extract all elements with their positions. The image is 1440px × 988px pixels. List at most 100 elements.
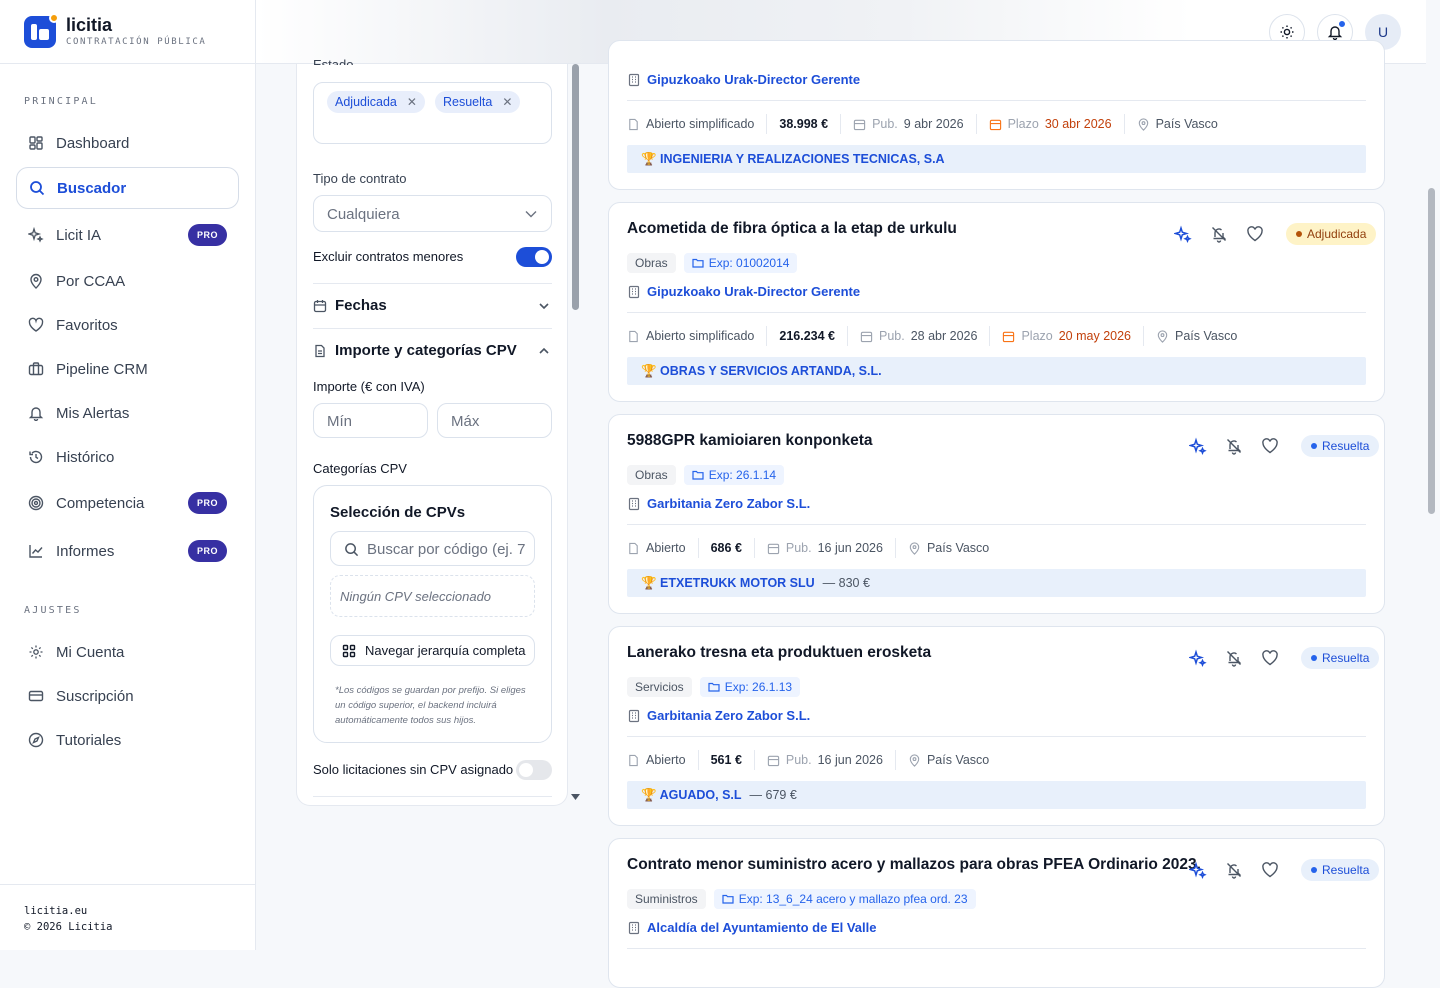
heart-icon[interactable] [1261,861,1279,879]
sidebar-item-suscripcion[interactable]: Suscripción [16,675,239,717]
remove-chip-icon[interactable]: ✕ [407,95,417,109]
scroll-down-arrow-icon[interactable] [571,794,580,800]
sidebar-item-pipeline-crm[interactable]: Pipeline CRM [16,348,239,390]
sidebar-item-informes[interactable]: Informes PRO [16,530,239,572]
sidebar-item-competencia[interactable]: Competencia PRO [16,482,239,524]
ai-sparkles-icon[interactable] [1189,437,1207,455]
winner-bar: 🏆 AGUADO, S.L — 679 € [627,781,1366,809]
ai-sparkles-icon[interactable] [1189,649,1207,667]
footer-site[interactable]: licitia.eu [24,903,232,919]
card-actions: Resuelta [1189,435,1380,457]
folder-icon [692,470,704,480]
fechas-accordion[interactable]: Fechas [313,297,552,314]
estado-multiselect[interactable]: Adjudicada ✕ Resuelta ✕ [313,82,552,144]
winner-amount: — 679 € [749,788,797,802]
sidebar-item-favoritos[interactable]: Favoritos [16,304,239,346]
sidebar-item-dashboard[interactable]: Dashboard [16,122,239,164]
amount: 216.234 € [779,329,835,343]
bell-off-icon[interactable] [1225,649,1243,667]
sidebar-item-mi-cuenta[interactable]: Mi Cuenta [16,631,239,673]
winner-amount: — 830 € [822,576,870,590]
ai-sparkles-icon[interactable] [1189,861,1207,879]
pub-label: Pub. [872,117,898,131]
brand[interactable]: licitia CONTRATACIÓN PÚBLICA [0,0,255,64]
chip-resuelta[interactable]: Resuelta ✕ [435,91,521,113]
sidebar-item-historico[interactable]: Histórico [16,436,239,478]
ai-sparkles-icon[interactable] [1174,225,1192,243]
result-title[interactable]: Lanerako tresna eta produktuen erosketa [627,644,931,662]
cpv-search-input[interactable]: Buscar por código (ej. 7 [330,531,535,566]
grid-icon [29,136,43,150]
bell-off-icon[interactable] [1225,861,1243,879]
cpv-title: Selección de CPVs [330,504,466,521]
organization-link[interactable]: Gipuzkoako Urak-Director Gerente [627,284,860,299]
page-scrollbar-thumb[interactable] [1428,188,1435,514]
divider [627,736,1366,737]
result-card[interactable]: Acometida de fibra óptica a la etap de u… [608,202,1385,402]
result-title[interactable]: Acometida de fibra óptica a la etap de u… [627,220,957,238]
amount: 561 € [710,753,742,767]
pub-label: Pub. [785,541,812,555]
divider [627,948,1366,949]
importe-cpv-accordion[interactable]: Importe y categorías CPV [313,342,552,359]
sidebar-item-licit-ia[interactable]: Licit IA PRO [16,214,239,256]
button-label: Navegar jerarquía completa [365,643,526,658]
chevron-up-icon [539,347,549,354]
organization-link[interactable]: Garbitania Zero Zabor S.L. [627,708,810,723]
winner-name[interactable]: 🏆 AGUADO, S.L [641,788,742,803]
bell-off-icon[interactable] [1210,225,1228,243]
status-badge: Resuelta [1301,859,1380,881]
bell-off-icon[interactable] [1225,437,1243,455]
winner-name[interactable]: 🏆 INGENIERIA Y REALIZACIONES TECNICAS, S… [641,152,945,167]
divider [313,328,552,329]
cpv-empty-state: Ningún CPV seleccionado [330,575,535,617]
sidebar-item-label: Tutoriales [56,731,122,749]
map-pin-icon [909,753,920,767]
result-card[interactable]: Lanerako tresna eta produktuen erosketa … [608,626,1385,826]
organization-link[interactable]: Gipuzkoako Urak-Director Gerente [627,72,860,87]
tipo-contrato-select[interactable]: Cualquiera [313,195,552,232]
filters-scrollbar-thumb[interactable] [572,64,579,310]
plazo-label: Plazo [1007,117,1039,131]
importe-max-input[interactable]: Máx [437,403,552,438]
excluir-menores-toggle[interactable] [516,247,552,267]
map-pin-icon [1138,117,1148,131]
plazo-date: 20 may 2026 [1058,329,1132,343]
winner-name[interactable]: 🏆 OBRAS Y SERVICIOS ARTANDA, S.L. [641,364,882,379]
result-title[interactable]: Contrato menor suministro acero y mallaz… [627,856,1201,874]
sidebar-item-label: Competencia [56,494,145,512]
status-badge: Adjudicada [1286,223,1377,245]
result-title[interactable]: 5988GPR kamioiaren konponketa [627,432,873,450]
history-icon [29,450,43,464]
accordion-label: Importe y categorías CPV [335,342,517,359]
heart-icon[interactable] [1261,649,1279,667]
organization-link[interactable]: Garbitania Zero Zabor S.L. [627,496,810,511]
line-chart-icon [29,545,43,558]
heart-icon[interactable] [1246,225,1264,243]
sidebar-item-label: Mis Alertas [56,404,130,422]
solo-sin-cpv-toggle[interactable] [516,760,552,780]
navegar-jerarquia-button[interactable]: Navegar jerarquía completa [330,635,535,666]
notification-dot [1338,20,1346,28]
importe-min-input[interactable]: Mín [313,403,428,438]
sidebar-item-por-ccaa[interactable]: Por CCAA [16,260,239,302]
result-card[interactable]: Contrato menor suministro acero y mallaz… [608,838,1385,988]
map-pin-icon [30,273,42,289]
chip-adjudicada[interactable]: Adjudicada ✕ [327,91,425,113]
result-card[interactable]: Gipuzkoako Urak-Director Gerente Abierto… [608,40,1385,190]
sidebar-item-buscador[interactable]: Buscador [16,167,239,209]
result-card[interactable]: 5988GPR kamioiaren konponketa Resuelta O… [608,414,1385,614]
type-tag: Obras [627,253,676,273]
organization-link[interactable]: Alcaldía del Ayuntamiento de El Valle [627,920,877,935]
sidebar-item-label: Licit IA [56,226,102,244]
accordion-label: Fechas [335,297,387,314]
cpv-note: *Los códigos se guardan por prefijo. Si … [335,685,526,726]
exp-tag: Exp: 13_6_24 acero y mallazo pfea ord. 2… [713,889,976,909]
sidebar-item-tutoriales[interactable]: Tutoriales [16,719,239,761]
region: País Vasco [926,541,990,555]
heart-icon[interactable] [1261,437,1279,455]
remove-chip-icon[interactable]: ✕ [502,95,512,109]
sidebar-item-mis-alertas[interactable]: Mis Alertas [16,392,239,434]
pub-date: 9 abr 2026 [903,117,964,131]
winner-name[interactable]: 🏆 ETXETRUKK MOTOR SLU [641,576,815,591]
